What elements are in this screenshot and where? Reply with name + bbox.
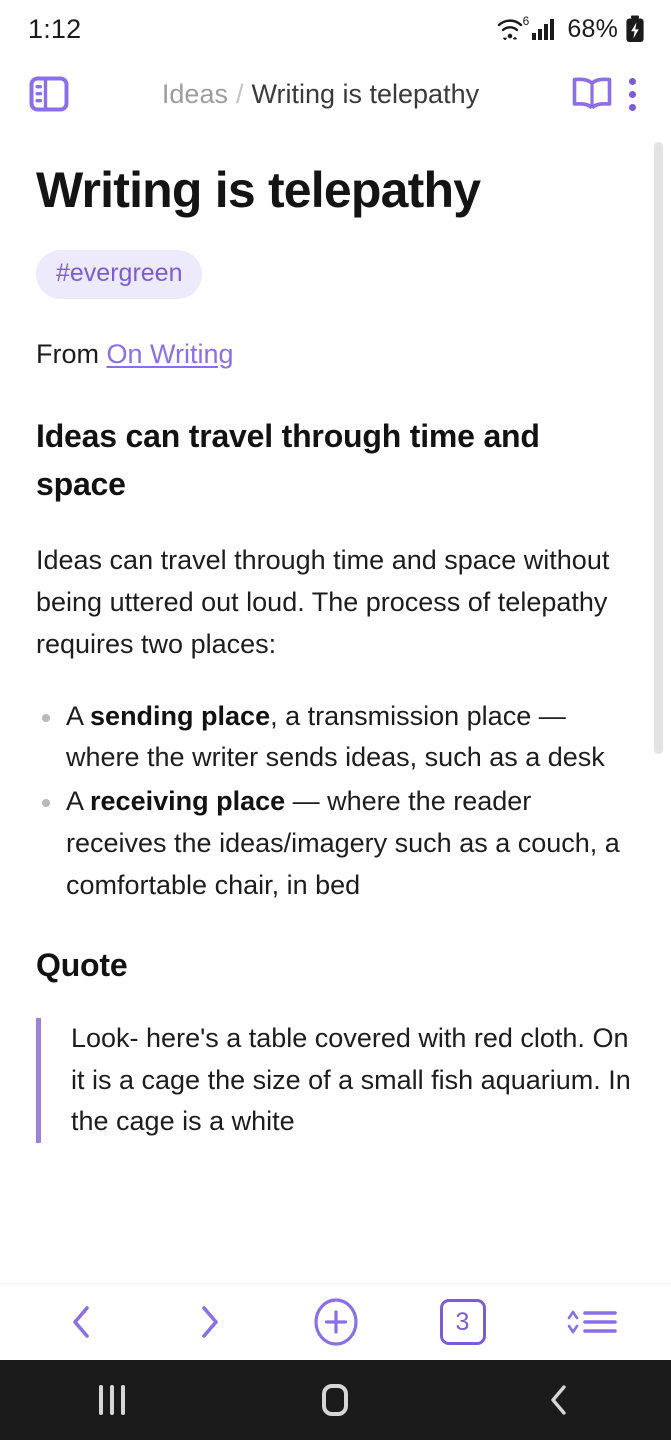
source-line: From On Writing (36, 339, 635, 370)
note-content-scroll-area[interactable]: Writing is telepathy #evergreen From On … (0, 130, 671, 1283)
recents-bars (98, 1385, 125, 1415)
android-navigation-bar (0, 1360, 671, 1440)
tag-row: #evergreen (36, 250, 635, 299)
tab-count-label: 3 (439, 1299, 486, 1345)
android-back-icon[interactable] (504, 1360, 614, 1440)
chevron-left-icon[interactable] (46, 1292, 118, 1352)
app-header: Ideas / Writing is telepathy (0, 58, 671, 130)
list-item: A receiving place — where the reader rec… (36, 781, 635, 907)
sidebar-panel-icon[interactable] (26, 71, 72, 117)
source-link[interactable]: On Writing (107, 339, 234, 369)
section-heading-quote: Quote (36, 946, 128, 983)
status-bar-clock: 1:12 (28, 13, 82, 44)
recents-bar (109, 1385, 114, 1415)
status-bar-indicators: 6 68% (496, 15, 645, 44)
page-title: Writing is telepathy (36, 162, 481, 218)
tab-count-button[interactable]: 3 (427, 1292, 499, 1352)
chevron-right-icon[interactable] (173, 1292, 245, 1352)
plus-circle-icon[interactable] (300, 1292, 372, 1352)
breadcrumb-current[interactable]: Writing is telepathy (251, 79, 479, 110)
wifi-generation-label: 6 (522, 14, 530, 28)
battery-percent-label: 68% (567, 14, 618, 43)
vertical-scrollbar-thumb[interactable] (654, 142, 663, 754)
cellular-signal-icon (531, 18, 557, 40)
paragraph-ideas-travel: Ideas can travel through time and space … (36, 545, 610, 659)
home-icon[interactable] (280, 1360, 390, 1440)
breadcrumb: Ideas / Writing is telepathy (72, 79, 569, 110)
recents-bar (120, 1385, 125, 1415)
bullet-list: A sending place, a transmission place — … (36, 696, 635, 907)
list-item-bold: receiving place (90, 786, 286, 817)
list-item-bold: sending place (90, 700, 271, 731)
bottom-toolbar: 3 (0, 1283, 671, 1360)
blockquote-king-excerpt: Look- here's a table covered with red cl… (36, 1017, 635, 1144)
status-bar: 1:12 6 68% (0, 0, 671, 58)
tag-evergreen[interactable]: #evergreen (36, 250, 203, 299)
open-book-icon[interactable] (569, 71, 615, 117)
wifi-icon: 6 (496, 15, 529, 40)
breadcrumb-separator: / (235, 78, 244, 109)
kebab-menu-icon[interactable] (615, 71, 649, 117)
breadcrumb-parent[interactable]: Ideas (162, 79, 228, 110)
list-item-lead: A (66, 700, 91, 731)
kebab-dot (628, 77, 636, 85)
sort-lines-icon[interactable] (554, 1292, 626, 1352)
note-body: Writing is telepathy #evergreen From On … (0, 130, 671, 1144)
battery-charging-icon (625, 15, 645, 43)
kebab-dot (628, 103, 636, 111)
recents-bar (98, 1385, 103, 1415)
recents-icon[interactable] (57, 1360, 167, 1440)
section-heading-ideas-travel: Ideas can travel through time and space (36, 418, 540, 502)
source-prefix-label: From (36, 339, 99, 369)
home-square (322, 1384, 349, 1416)
list-item: A sending place, a transmission place — … (36, 696, 635, 780)
kebab-dot (628, 90, 636, 98)
list-item-lead: A (66, 786, 91, 817)
